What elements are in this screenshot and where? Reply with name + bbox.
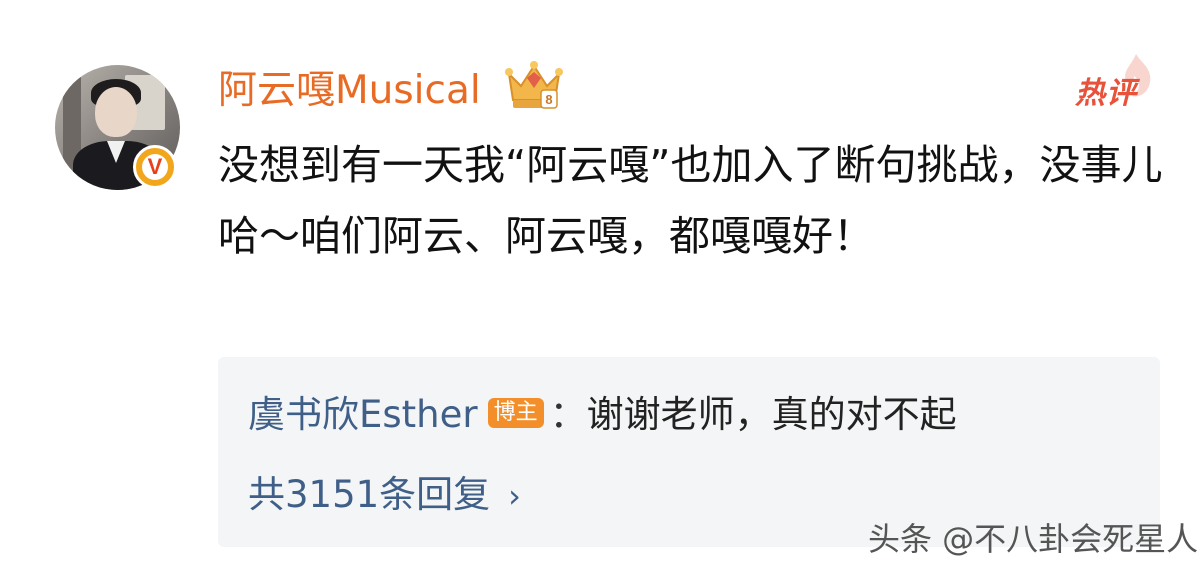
- comment-card: V 阿云嘎Musical 8 热评 没想到有一天我“阿云嘎”也加入了断句挑战，没…: [0, 0, 1200, 566]
- reply-count-label: 共3151条回复: [248, 473, 491, 516]
- verified-badge-icon: V: [133, 145, 177, 189]
- hot-comment-badge: 热评: [1075, 76, 1137, 111]
- comment-text: 没想到有一天我“阿云嘎”也加入了断句挑战，没事儿哈～咱们阿云、阿云嘎，都嘎嘎好！: [218, 141, 1163, 260]
- reply-username[interactable]: 虞书欣Esther: [248, 393, 478, 436]
- reply-line: 虞书欣Esther 博主 ：谢谢老师，真的对不起: [248, 389, 957, 441]
- crown-icon: 8: [505, 61, 563, 109]
- crown-level: 8: [545, 92, 552, 107]
- avatar-figure-face: [95, 87, 137, 137]
- blogger-tag: 博主: [487, 397, 544, 428]
- watermark: 头条 @不八卦会死星人: [868, 520, 1199, 558]
- reply-separator: ：: [549, 393, 587, 436]
- view-all-replies-link[interactable]: 共3151条回复 ›: [248, 469, 521, 522]
- reply-text: 谢谢老师，真的对不起: [586, 393, 957, 436]
- username[interactable]: 阿云嘎Musical: [218, 63, 481, 119]
- verified-badge-letter: V: [142, 154, 168, 180]
- chevron-right-icon: ›: [508, 477, 521, 515]
